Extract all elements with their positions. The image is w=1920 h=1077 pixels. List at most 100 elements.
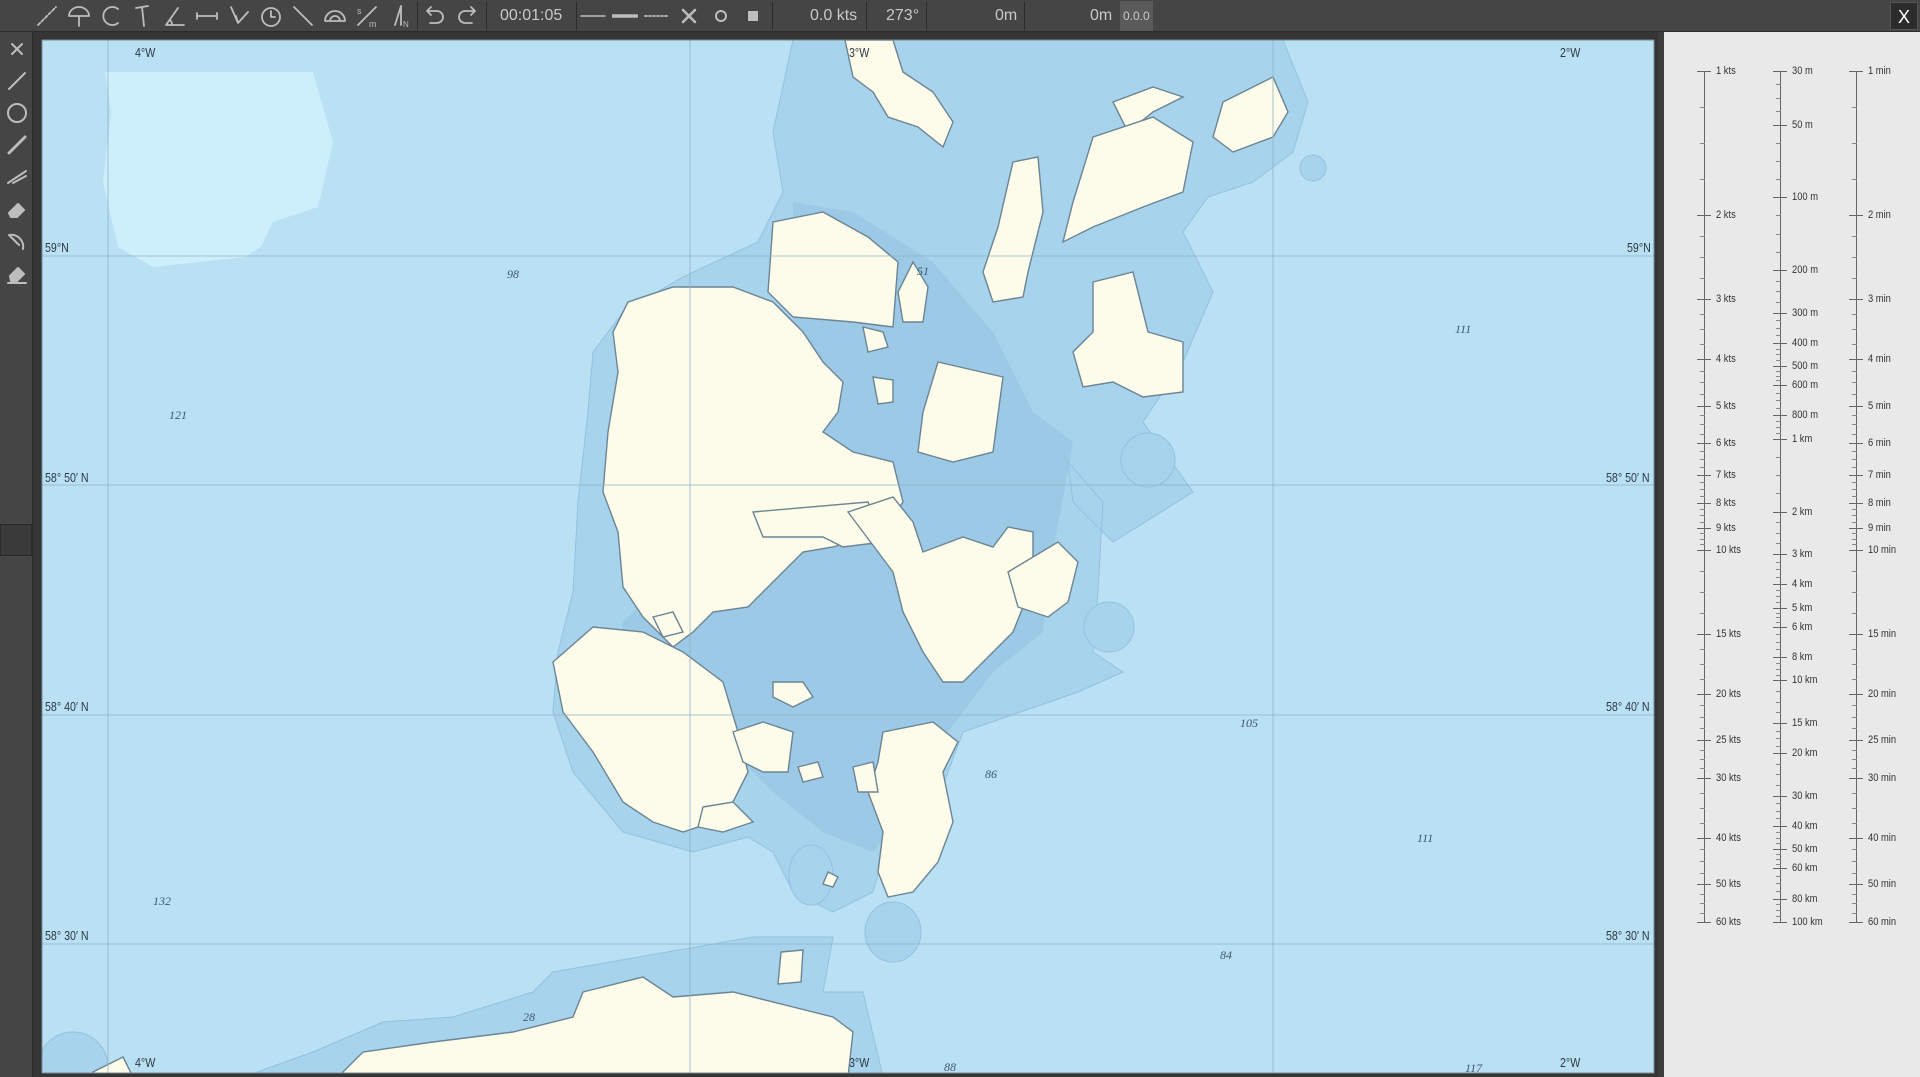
distance-tick — [1773, 197, 1787, 199]
speed-label: 5 kts — [1716, 399, 1736, 412]
distance-minor-tick — [1776, 84, 1781, 86]
time-label: 1 min — [1868, 65, 1891, 77]
nautical-chart[interactable]: 4°W 3°W 2°W 4°W 3°W 2°W 59°N 58° 50′ N 5… — [33, 32, 1658, 1077]
depth-sounding: 51 — [917, 264, 929, 278]
distance-label: 15 km — [1792, 716, 1818, 729]
time-minor-tick — [1852, 544, 1857, 546]
distance-minor-tick — [1776, 370, 1781, 372]
speed-tick — [1697, 405, 1711, 407]
svg-text:s: s — [357, 6, 362, 16]
speed-distance-icon[interactable]: sm — [352, 1, 382, 31]
protractor-icon[interactable] — [320, 1, 350, 31]
time-minor-tick — [1852, 903, 1857, 905]
distance-tick — [1773, 71, 1787, 72]
speed-tick — [1697, 475, 1711, 477]
compass-icon[interactable] — [64, 1, 94, 31]
time-label: 9 min — [1868, 521, 1891, 534]
time-minor-tick — [1852, 872, 1857, 874]
speed-minor-tick — [1700, 393, 1705, 395]
speed-label: 6 kts — [1716, 437, 1736, 450]
solid-thick-line-icon[interactable] — [610, 1, 640, 31]
pencil-icon[interactable] — [2, 130, 31, 160]
clock-icon[interactable] — [256, 1, 286, 31]
redo-icon[interactable] — [452, 1, 482, 31]
time-minor-tick — [1852, 467, 1857, 469]
distance-label: 50 m — [1792, 118, 1813, 131]
line-icon[interactable] — [288, 1, 318, 31]
distance-minor-tick — [1776, 215, 1781, 217]
distance-minor-tick — [1776, 843, 1781, 845]
angle-icon[interactable] — [160, 1, 190, 31]
speed-tick — [1697, 777, 1711, 779]
speed-minor-tick — [1700, 533, 1705, 535]
time-minor-tick — [1852, 382, 1857, 384]
speed-tick — [1697, 443, 1711, 445]
distance-minor-tick — [1776, 301, 1781, 303]
speed-minor-tick — [1700, 370, 1705, 372]
distance-tick — [1773, 385, 1787, 387]
plotter-icon[interactable] — [224, 1, 254, 31]
distance-minor-tick — [1776, 407, 1781, 409]
dotted-line-icon[interactable] — [642, 1, 672, 31]
square-mark-icon[interactable] — [738, 1, 768, 31]
time-minor-tick — [1852, 912, 1857, 914]
lon-label-3w: 3°W — [849, 45, 870, 60]
distance-label: 400 m — [1792, 336, 1818, 349]
depth-sounding: 117 — [1465, 1061, 1483, 1075]
cross-mark-icon[interactable] — [674, 1, 704, 31]
panel-toggle[interactable] — [0, 524, 32, 556]
speed-minor-tick — [1700, 591, 1705, 593]
speed-label: 9 kts — [1716, 521, 1736, 534]
parallel-ruler-icon[interactable] — [192, 1, 222, 31]
counter-readout: 0.0.0 — [1120, 1, 1153, 31]
north-arrow-icon[interactable]: N — [384, 1, 414, 31]
time-minor-tick — [1852, 393, 1857, 395]
line-draw-icon[interactable] — [2, 66, 31, 96]
lat-label-58-50n-right: 58° 50′ N — [1606, 470, 1650, 485]
solid-thin-line-icon[interactable] — [578, 1, 608, 31]
speed-minor-tick — [1700, 749, 1705, 751]
undo-icon[interactable] — [420, 1, 450, 31]
distance-tick — [1773, 438, 1787, 440]
speed-minor-tick — [1700, 496, 1705, 498]
distance-label: 300 m — [1792, 306, 1818, 319]
speed-tick — [1697, 549, 1711, 551]
eraser-icon[interactable] — [2, 194, 31, 224]
speed-minor-tick — [1700, 728, 1705, 730]
speed-tick — [1697, 693, 1711, 695]
dashed-line-icon[interactable] — [2, 162, 31, 192]
time-minor-tick — [1852, 329, 1857, 331]
speed-minor-tick — [1700, 849, 1705, 851]
time-tick — [1849, 215, 1863, 217]
time-minor-tick — [1852, 451, 1857, 453]
distance-tick — [1773, 898, 1787, 900]
circle-mark-icon[interactable] — [706, 1, 736, 31]
distance-minor-tick — [1776, 810, 1781, 812]
arc-icon[interactable] — [2, 226, 31, 256]
ruler-icon[interactable] — [32, 1, 62, 31]
speed-minor-tick — [1700, 860, 1705, 862]
divider-icon[interactable] — [128, 1, 158, 31]
lon-label-3w-bottom: 3°W — [849, 1055, 870, 1070]
lon-label-4w: 4°W — [135, 45, 156, 60]
speed-minor-tick — [1700, 570, 1705, 572]
distance-minor-tick — [1776, 400, 1781, 402]
circle-draw-icon[interactable] — [2, 98, 31, 128]
speed-minor-tick — [1700, 515, 1705, 517]
distance-minor-tick — [1776, 380, 1781, 382]
depth-sounding: 111 — [1455, 322, 1472, 336]
speed-label: 25 kts — [1716, 734, 1741, 747]
svg-text:m: m — [369, 19, 377, 29]
distance-tick — [1773, 849, 1787, 851]
close-button[interactable]: X — [1890, 2, 1918, 30]
distance-tick — [1773, 584, 1787, 586]
erase-all-icon[interactable] — [2, 258, 31, 288]
time-minor-tick — [1852, 728, 1857, 730]
distance-tick — [1773, 511, 1787, 513]
lat-label-58-30n: 58° 30′ N — [45, 928, 89, 943]
time-minor-tick — [1852, 538, 1857, 540]
close-icon[interactable] — [2, 34, 31, 64]
magnet-icon[interactable] — [96, 1, 126, 31]
time-label: 30 min — [1868, 771, 1897, 784]
lat-label-58-40n: 58° 40′ N — [45, 699, 89, 714]
